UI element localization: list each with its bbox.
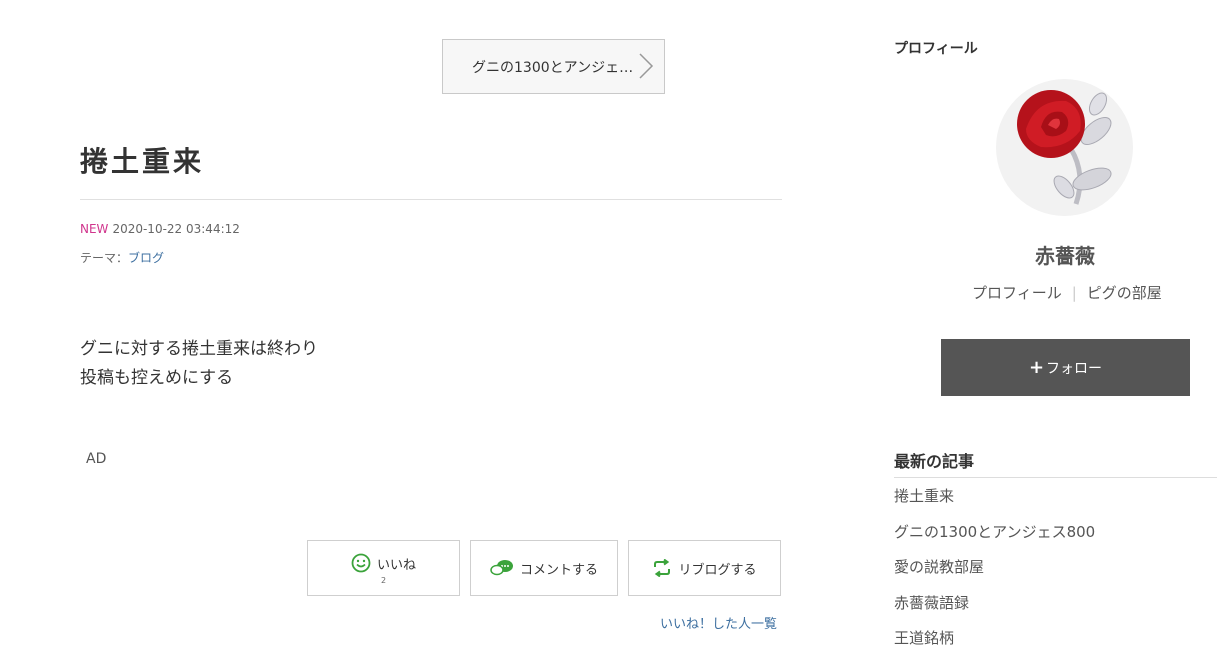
article-meta: NEW 2020-10-22 03:44:12 <box>80 222 240 236</box>
like-count: 2 <box>380 576 387 585</box>
profile-name: 赤薔薇 <box>1035 244 1095 268</box>
latest-article-link[interactable]: 王道銘柄 <box>894 629 954 647</box>
comment-label: コメントする <box>519 562 598 578</box>
pigg-room-link[interactable]: ピグの部屋 <box>1087 284 1162 302</box>
list-item: 赤薔薇語録 <box>894 593 1095 629</box>
latest-articles-list: 捲土重来 グニの1300とアンジェス800 愛の説教部屋 赤薔薇語録 王道銘柄 <box>894 486 1095 664</box>
smile-icon <box>351 553 371 573</box>
profile-links: プロフィール | ピグの部屋 <box>972 282 1162 303</box>
reblog-button[interactable]: リブログする <box>628 540 781 596</box>
article-title: 捲土重来 <box>80 145 205 178</box>
reblog-label: リブログする <box>678 562 757 578</box>
follow-label: フォロー <box>1046 360 1103 377</box>
article-theme: テーマ：ブログ <box>80 249 164 266</box>
body-line: 投稿も控えめにする <box>80 368 234 388</box>
latest-article-link[interactable]: 赤薔薇語録 <box>894 594 969 612</box>
list-item: 捲土重来 <box>894 486 1095 522</box>
title-divider <box>80 199 782 200</box>
ad-label: AD <box>86 451 107 467</box>
plus-icon: + <box>1028 357 1045 378</box>
prev-article-button[interactable]: グニの1300とアンジェ… <box>442 39 665 94</box>
article-body: グニに対する捲土重来は終わり 投稿も控えめにする <box>80 335 318 393</box>
theme-prefix: テーマ： <box>80 251 129 265</box>
comment-button[interactable]: コメントする <box>470 540 618 596</box>
avatar[interactable] <box>996 79 1133 216</box>
body-line: グニに対する捲土重来は終わり <box>80 339 318 359</box>
follow-button[interactable]: + フォロー <box>941 339 1190 396</box>
latest-divider <box>894 477 1217 478</box>
article-datetime: 2020-10-22 03:44:12 <box>112 222 240 236</box>
latest-article-link[interactable]: グニの1300とアンジェス800 <box>894 523 1095 541</box>
profile-heading: プロフィール <box>894 41 978 57</box>
rose-avatar-image <box>1017 90 1112 205</box>
list-item: 王道銘柄 <box>894 628 1095 664</box>
latest-article-link[interactable]: 捲土重来 <box>894 487 954 505</box>
link-separator: | <box>1071 284 1077 302</box>
list-item: 愛の説教部屋 <box>894 557 1095 593</box>
new-badge: NEW <box>80 222 109 236</box>
like-label: いいね <box>376 557 416 573</box>
likes-list-link[interactable]: いいね！した人一覧 <box>660 613 777 632</box>
chevron-right-icon <box>639 53 654 79</box>
reblog-icon <box>654 559 671 577</box>
theme-link[interactable]: ブログ <box>128 251 164 265</box>
list-item: グニの1300とアンジェス800 <box>894 522 1095 558</box>
prev-article-label: グニの1300とアンジェ… <box>472 60 634 76</box>
profile-link[interactable]: プロフィール <box>972 284 1062 302</box>
comment-icon <box>490 560 513 576</box>
latest-article-link[interactable]: 愛の説教部屋 <box>894 558 984 576</box>
latest-articles-heading: 最新の記事 <box>894 452 975 471</box>
like-button[interactable]: いいね 2 <box>307 540 460 596</box>
